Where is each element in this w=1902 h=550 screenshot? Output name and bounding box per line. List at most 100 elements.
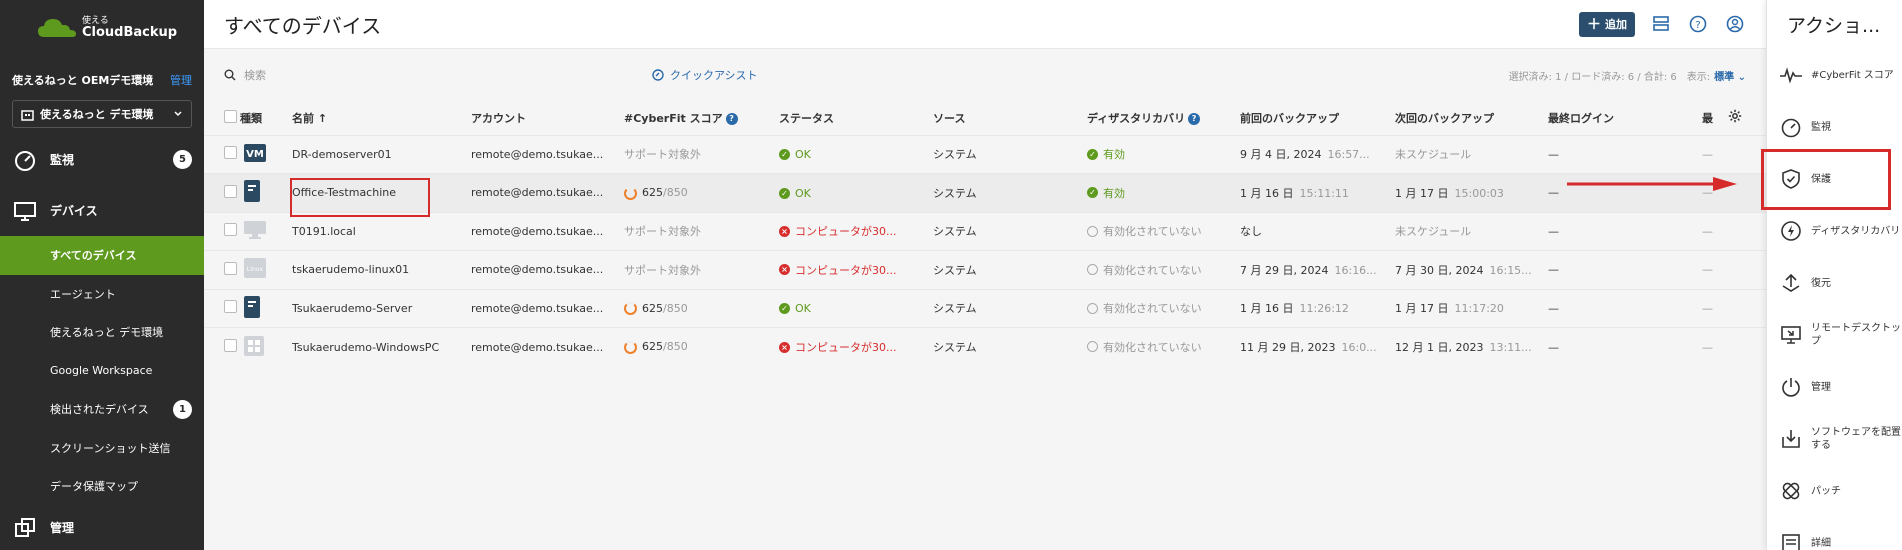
col-dr[interactable]: ディザスタリカバリ? xyxy=(1087,101,1240,135)
user-account-icon[interactable] xyxy=(1724,13,1746,35)
nav-manage[interactable]: 管理 xyxy=(0,506,204,550)
row-checkbox[interactable] xyxy=(224,300,237,314)
row-checkbox[interactable] xyxy=(224,223,237,237)
col-name[interactable]: 名前 ↑ xyxy=(292,101,471,135)
next-backup-date: 1 月 17 日 xyxy=(1395,302,1449,316)
col-last[interactable]: 最 xyxy=(1702,101,1728,135)
tenant-selector-label: 使えるねっと デモ環境 xyxy=(40,108,154,121)
add-button[interactable]: ＋ 追加 xyxy=(1579,11,1635,37)
dr-cell: 有効化されていない xyxy=(1087,250,1240,289)
bandage-icon xyxy=(1779,479,1803,503)
last-cell: — xyxy=(1702,288,1728,328)
sidebar-item-all-devices[interactable]: すべてのデバイス xyxy=(0,236,204,275)
app-logo[interactable]: 使える CloudBackup xyxy=(0,0,204,56)
status-cell: × コンピュータが30... xyxy=(779,327,933,366)
action-monitor[interactable]: 監視 xyxy=(1767,101,1902,153)
device-name[interactable]: Tsukaerudemo-WindowsPC xyxy=(292,327,471,366)
devices-table: 種類 名前 ↑ アカウント #CyberFit スコア? ステータス ソース デ… xyxy=(204,101,1766,366)
action-label: 詳細 xyxy=(1811,537,1831,549)
layout-icon[interactable] xyxy=(1650,13,1672,35)
details-icon xyxy=(1779,531,1803,550)
device-name[interactable]: tskaerudemo-linux01 xyxy=(292,250,471,289)
col-next-backup[interactable]: 次回のバックアップ xyxy=(1395,101,1548,135)
plus-icon: ＋ xyxy=(1587,17,1601,33)
search-icon xyxy=(224,69,236,81)
action-label: #CyberFit スコア xyxy=(1811,69,1894,81)
quick-assist-button[interactable]: クイックアシスト xyxy=(652,67,758,83)
view-selector[interactable]: 標準 ⌄ xyxy=(1714,68,1746,83)
table-row[interactable]: VM DR-demoserver01 remote@demo.tsukae... サポ… xyxy=(204,134,1766,174)
action-restore[interactable]: 復元 xyxy=(1767,257,1902,309)
search-input[interactable]: 検索 xyxy=(224,67,624,83)
sidebar-item-google-workspace[interactable]: Google Workspace xyxy=(0,352,204,391)
help-icon[interactable]: ? xyxy=(1687,13,1709,35)
table-row[interactable]: Tsukaerudemo-WindowsPC remote@demo.tsukae… xyxy=(204,327,1766,366)
help-icon[interactable]: ? xyxy=(725,112,738,125)
action-cyberfit[interactable]: #CyberFit スコア xyxy=(1767,49,1902,101)
device-name[interactable]: Office-Testmachine xyxy=(292,173,471,212)
sidebar-item-data-protection-map[interactable]: データ保護マップ xyxy=(0,467,204,506)
row-checkbox[interactable] xyxy=(224,261,237,275)
sidebar-item-label: データ保護マップ xyxy=(50,480,138,494)
sidebar-item-discovered-devices[interactable]: 検出されたデバイス 1 xyxy=(0,390,204,429)
table-row[interactable]: Linux tskaerudemo-linux01 remote@demo.tsuk… xyxy=(204,250,1766,289)
col-cyberfit[interactable]: #CyberFit スコア? xyxy=(624,101,779,135)
select-all-checkbox[interactable] xyxy=(224,109,237,123)
device-list-area: 検索 クイックアシスト 選択済み: 1 / ロード済み: 6 / 合計: 6 表… xyxy=(204,49,1766,550)
col-last-login[interactable]: 最終ログイン xyxy=(1548,101,1702,135)
action-remote-desktop[interactable]: リモートデスクトップ xyxy=(1767,309,1902,361)
column-settings[interactable] xyxy=(1728,101,1766,135)
prev-backup-time: 15:11:11 xyxy=(1299,186,1349,200)
help-icon[interactable]: ? xyxy=(1188,112,1201,125)
col-account[interactable]: アカウント xyxy=(471,101,624,135)
prev-backup-time: 11:26:12 xyxy=(1299,302,1349,316)
source-cell: システム xyxy=(933,211,1087,251)
check-circle-icon: ✓ xyxy=(1087,148,1098,160)
col-prev-backup[interactable]: 前回のバックアップ xyxy=(1240,101,1395,135)
table-row[interactable]: Tsukaerudemo-Server remote@demo.tsukae...… xyxy=(204,288,1766,328)
nav-devices[interactable]: デバイス xyxy=(0,185,204,236)
sidebar-item-agents[interactable]: エージェント xyxy=(0,275,204,314)
status-text: コンピュータが30... xyxy=(795,225,897,239)
status-text: OK xyxy=(795,148,811,162)
status-cell: × コンピュータが30... xyxy=(779,211,933,251)
col-status[interactable]: ステータス xyxy=(779,101,933,135)
row-checkbox[interactable] xyxy=(224,146,237,160)
linux-type-text: Linux xyxy=(247,266,264,273)
row-checkbox[interactable] xyxy=(224,339,237,352)
sidebar-item-screenshot[interactable]: スクリーンショット送信 xyxy=(0,429,204,468)
tenant-manage-link[interactable]: 管理 xyxy=(170,72,192,88)
action-patch[interactable]: パッチ xyxy=(1767,465,1902,517)
action-manage[interactable]: 管理 xyxy=(1767,361,1902,413)
tenant-selector[interactable]: 使えるねっと デモ環境 xyxy=(12,100,192,128)
last-login-cell: — xyxy=(1548,211,1702,251)
col-source[interactable]: ソース xyxy=(933,101,1087,135)
prev-backup-cell: 1 月 16 日 15:11:11 xyxy=(1240,173,1395,212)
error-circle-icon: × xyxy=(779,341,790,353)
next-backup-time: 13:11... xyxy=(1489,341,1532,354)
table-row[interactable]: T0191.local remote@demo.tsukae... サポート対象外 ×… xyxy=(204,211,1766,251)
prev-backup-time: 16:16... xyxy=(1334,263,1377,277)
svg-text:?: ? xyxy=(1695,20,1700,31)
sidebar-item-demo-env[interactable]: 使えるねっと デモ環境 xyxy=(0,313,204,352)
search-placeholder: 検索 xyxy=(244,69,266,82)
account-cell: remote@demo.tsukae... xyxy=(471,288,624,328)
power-icon xyxy=(1779,375,1803,399)
action-protect[interactable]: 保護 xyxy=(1767,153,1902,205)
action-deploy-software[interactable]: ソフトウェアを配置する xyxy=(1767,413,1902,465)
device-name[interactable]: DR-demoserver01 xyxy=(292,134,471,174)
col-type[interactable]: 種類 xyxy=(240,101,292,135)
next-backup-cell: 未スケジュール xyxy=(1395,211,1548,251)
device-name[interactable]: T0191.local xyxy=(292,211,471,251)
device-name[interactable]: Tsukaerudemo-Server xyxy=(292,288,471,328)
nav-monitor-label: 監視 xyxy=(50,153,75,167)
action-details[interactable]: 詳細 xyxy=(1767,517,1902,550)
view-selector-value: 標準 xyxy=(1714,71,1735,83)
table-row[interactable]: Office-Testmachine remote@demo.tsukae... 6… xyxy=(204,173,1766,212)
row-checkbox[interactable] xyxy=(224,184,237,198)
prev-backup-date: 1 月 16 日 xyxy=(1240,186,1294,200)
action-disaster-recovery[interactable]: ディザスタリカバリ xyxy=(1767,205,1902,257)
prev-backup-date: 9 月 4 日, 2024 xyxy=(1240,148,1322,162)
status-cell: ✓ OK xyxy=(779,134,933,174)
nav-monitor[interactable]: 監視 5 xyxy=(0,134,204,185)
